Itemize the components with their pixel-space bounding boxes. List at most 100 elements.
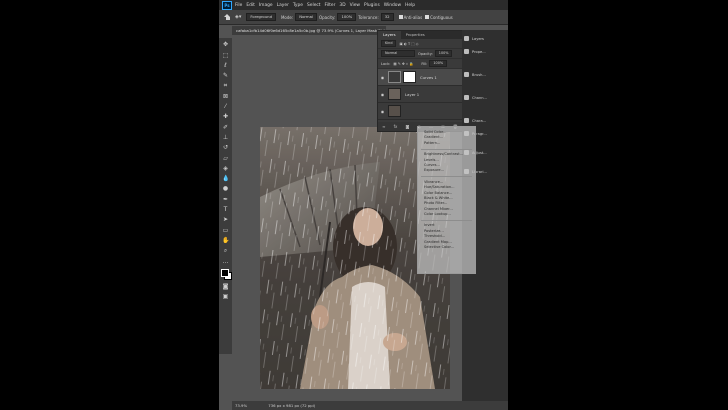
dock-label: Chann... bbox=[472, 95, 487, 100]
menu-item[interactable]: Exposure... bbox=[418, 168, 475, 173]
dock-layers[interactable]: Layers bbox=[464, 34, 508, 43]
document-info[interactable]: 736 px x 981 px (72 ppi) bbox=[268, 403, 315, 408]
menu-divider bbox=[421, 176, 472, 178]
lock-label: Lock: bbox=[381, 61, 391, 66]
tools-panel: ✥ ⬚ ℓ ✎ ⌗ ⊠ ⁄ ✚ ✐ ⊥ ↺ ▱ ◈ 💧 ● ✒ T ➤ ▭ ✋ … bbox=[219, 38, 232, 354]
color-swatches[interactable] bbox=[220, 268, 232, 280]
blur-tool-icon[interactable]: 💧 bbox=[222, 175, 229, 182]
curves-adjustment-thumbnail bbox=[388, 71, 401, 83]
healing-brush-tool-icon[interactable]: ✚ bbox=[222, 113, 229, 120]
layer-thumbnail bbox=[388, 88, 401, 100]
quick-mask-icon[interactable]: ◙ bbox=[222, 283, 229, 290]
add-mask-icon[interactable]: ◙ bbox=[406, 124, 410, 129]
menu-item[interactable]: Selective Color... bbox=[418, 245, 475, 250]
clone-stamp-tool-icon[interactable]: ⊥ bbox=[222, 134, 229, 141]
tolerance-field[interactable]: 32 bbox=[380, 13, 394, 21]
layer-row-curves[interactable]: ◉ Curves 1 bbox=[378, 69, 462, 86]
zoom-tool-icon[interactable]: ⌕ bbox=[222, 247, 229, 254]
menu-divider bbox=[421, 219, 472, 221]
path-selection-tool-icon[interactable]: ➤ bbox=[222, 216, 229, 223]
foreground-color-swatch[interactable] bbox=[220, 268, 229, 277]
filter-icons[interactable]: ▣ ◐ T ⬚ ◇ bbox=[399, 42, 418, 46]
anti-alias-checkbox[interactable] bbox=[398, 15, 403, 19]
hand-tool-icon[interactable]: ✋ bbox=[222, 237, 229, 244]
brush-tool-icon[interactable]: ✐ bbox=[222, 124, 229, 131]
home-icon[interactable] bbox=[224, 13, 231, 21]
options-bar: ◈▾ Foreground Mode: Normal Opacity: 100%… bbox=[219, 10, 508, 25]
layer-row-background[interactable]: ◉ bbox=[378, 103, 462, 120]
dock-character[interactable]: Chara... bbox=[464, 116, 508, 125]
dodge-tool-icon[interactable]: ● bbox=[222, 185, 229, 192]
menu-edit[interactable]: Edit bbox=[246, 3, 255, 8]
visibility-eye-icon[interactable]: ◉ bbox=[378, 109, 387, 114]
dock-label: Layers bbox=[472, 36, 484, 41]
menu-view[interactable]: View bbox=[350, 3, 360, 8]
tab-properties[interactable]: Properties bbox=[401, 31, 430, 39]
history-brush-tool-icon[interactable]: ↺ bbox=[222, 144, 229, 151]
eyedropper-tool-icon[interactable]: ⁄ bbox=[222, 103, 229, 110]
layer-style-icon[interactable]: fx bbox=[394, 124, 398, 129]
photoshop-window: Ps File Edit Image Layer Type Select Fil… bbox=[219, 0, 508, 410]
layer-row-layer1[interactable]: ◉ Layer 1 bbox=[378, 86, 462, 103]
menu-help[interactable]: Help bbox=[405, 3, 415, 8]
layer-mask-thumbnail[interactable] bbox=[403, 71, 416, 83]
rectangle-tool-icon[interactable]: ▭ bbox=[222, 227, 229, 234]
eraser-tool-icon[interactable]: ▱ bbox=[222, 155, 229, 162]
menu-window[interactable]: Window bbox=[384, 3, 401, 8]
lock-icons[interactable]: ▦ ✎ ✥ ⌗ 🔒 bbox=[393, 62, 413, 66]
quick-select-tool-icon[interactable]: ✎ bbox=[222, 72, 229, 79]
channels-icon bbox=[464, 95, 469, 100]
menu-layer[interactable]: Layer bbox=[277, 3, 289, 8]
mode-select[interactable]: Normal bbox=[295, 13, 317, 21]
menu-3d[interactable]: 3D bbox=[339, 3, 345, 8]
lasso-tool-icon[interactable]: ℓ bbox=[222, 62, 229, 69]
menu-item[interactable]: Color Lookup... bbox=[418, 212, 475, 217]
link-layers-icon[interactable]: ∞ bbox=[382, 124, 385, 129]
menu-type[interactable]: Type bbox=[293, 3, 303, 8]
anti-alias-label: Anti-alias bbox=[403, 14, 423, 20]
layer-name: Layer 1 bbox=[405, 91, 420, 97]
opacity-field[interactable]: 100% bbox=[337, 13, 357, 21]
screen-mode-icon[interactable]: ▣ bbox=[222, 293, 229, 300]
menu-plugins[interactable]: Plugins bbox=[364, 3, 380, 8]
contiguous-checkbox[interactable] bbox=[425, 15, 430, 19]
fill-source-select[interactable]: Foreground bbox=[246, 13, 276, 21]
dock-brush[interactable]: Brush... bbox=[464, 70, 508, 79]
tab-layers[interactable]: Layers bbox=[378, 31, 401, 39]
dock-channels[interactable]: Chann... bbox=[464, 93, 508, 102]
zoom-level[interactable]: 73.9% bbox=[235, 403, 247, 408]
pen-tool-icon[interactable]: ✒ bbox=[222, 196, 229, 203]
crop-tool-icon[interactable]: ⌗ bbox=[222, 82, 229, 89]
brush-icon bbox=[464, 72, 469, 77]
visibility-eye-icon[interactable]: ◉ bbox=[378, 75, 387, 80]
dock-label: Prope... bbox=[472, 49, 486, 54]
layer-opacity-label: Opacity: bbox=[418, 51, 433, 56]
visibility-eye-icon[interactable]: ◉ bbox=[378, 92, 387, 97]
layer-name: Curves 1 bbox=[420, 74, 437, 80]
menu-item[interactable]: Pattern... bbox=[418, 141, 475, 146]
layer-filter-row: Kind ▣ ◐ T ⬚ ◇ bbox=[378, 39, 462, 49]
menu-file[interactable]: File bbox=[235, 3, 242, 8]
type-tool-icon[interactable]: T bbox=[222, 206, 229, 213]
layers-panel-tabs: Layers Properties bbox=[378, 31, 462, 39]
kind-filter-select[interactable]: Kind bbox=[381, 40, 397, 47]
menu-select[interactable]: Select bbox=[307, 3, 321, 8]
document-tab[interactable]: cafaba1cfb14d06f0e6d165c8e1a5c0b.jpg @ 7… bbox=[232, 26, 386, 35]
dock-properties[interactable]: Prope... bbox=[464, 47, 508, 56]
paint-bucket-tool-icon[interactable]: ◈ bbox=[222, 165, 229, 172]
menu-bar: Ps File Edit Image Layer Type Select Fil… bbox=[219, 0, 508, 10]
layers-icon bbox=[464, 36, 469, 41]
lock-row: Lock: ▦ ✎ ✥ ⌗ 🔒 Fill: 100% bbox=[378, 59, 462, 69]
blend-mode-select[interactable]: Normal bbox=[381, 50, 415, 57]
fill-field[interactable]: 100% bbox=[429, 60, 448, 67]
menu-filter[interactable]: Filter bbox=[325, 3, 336, 8]
layer-opacity-field[interactable]: 100% bbox=[434, 50, 453, 57]
menu-image[interactable]: Image bbox=[259, 3, 273, 8]
mode-label: Mode: bbox=[280, 14, 294, 20]
paint-bucket-tool-icon[interactable]: ◈▾ bbox=[235, 14, 241, 20]
move-tool-icon[interactable]: ✥ bbox=[222, 41, 229, 48]
frame-tool-icon[interactable]: ⊠ bbox=[222, 93, 229, 100]
more-tools-icon[interactable]: … bbox=[222, 258, 229, 265]
menu-divider bbox=[421, 148, 472, 150]
marquee-tool-icon[interactable]: ⬚ bbox=[222, 52, 229, 59]
